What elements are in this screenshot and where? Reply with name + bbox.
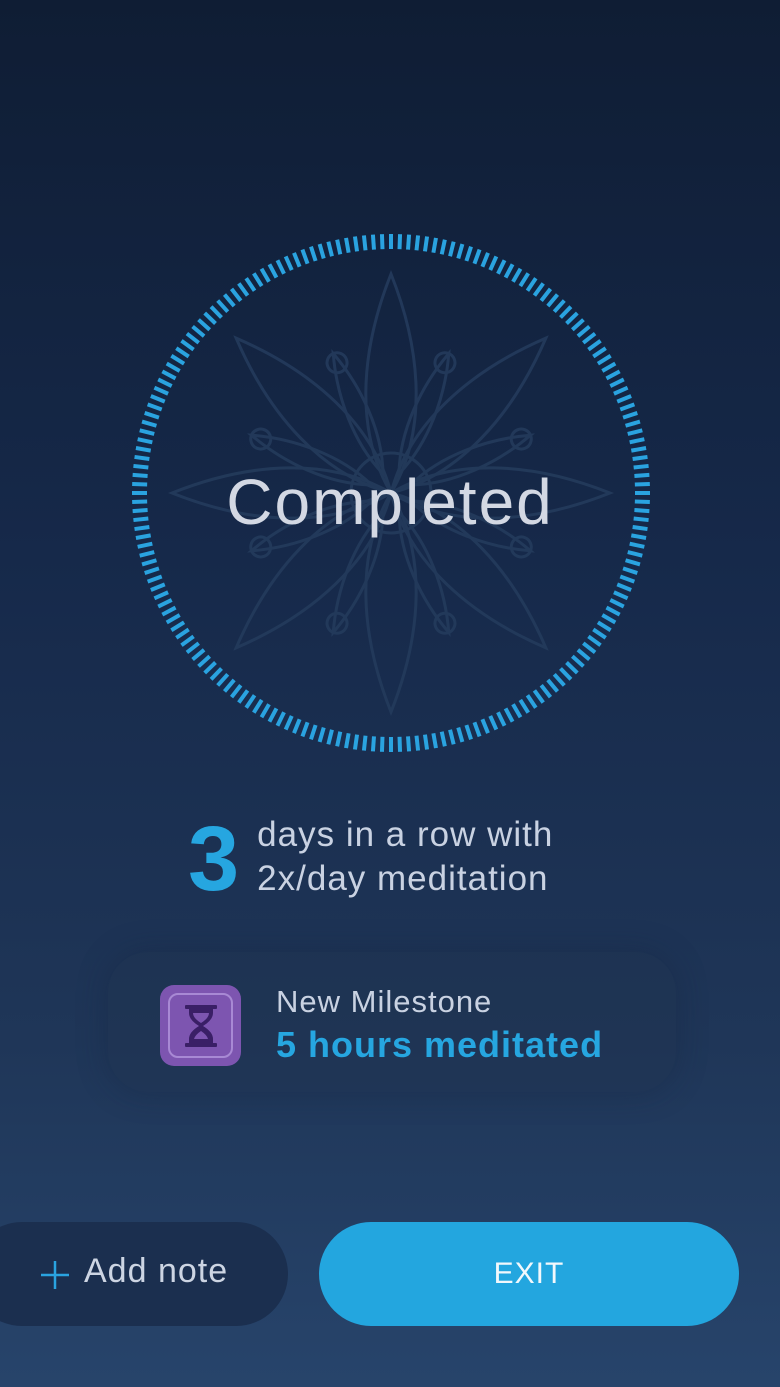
streak-count: 3 [188, 808, 240, 910]
streak-line-2: 2x/day meditation [257, 859, 549, 898]
milestone-card: New Milestone 5 hours meditated [108, 952, 676, 1092]
completion-screen: Completed 3 days in a row with 2x/day me… [0, 0, 780, 1387]
streak-description: days in a row with 2x/day meditation [257, 813, 553, 901]
plus-icon [41, 1261, 69, 1289]
add-note-label: Add note [84, 1252, 229, 1290]
hourglass-icon [160, 985, 241, 1066]
milestone-title: New Milestone [276, 984, 493, 1019]
milestone-value: 5 hours meditated [276, 1024, 604, 1065]
completed-title: Completed [226, 466, 554, 538]
exit-button[interactable]: EXIT [319, 1222, 739, 1326]
add-note-button[interactable]: Add note [0, 1222, 288, 1326]
streak-summary: 3 days in a row with 2x/day meditation [188, 808, 553, 910]
streak-line-1: days in a row with [257, 815, 554, 854]
